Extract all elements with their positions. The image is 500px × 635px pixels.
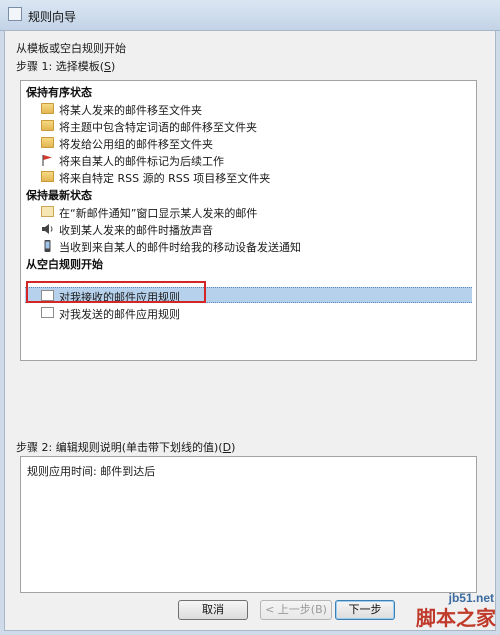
group-header-blank-rule: 从空白规则开始 <box>26 258 103 271</box>
template-item-apply-sent[interactable]: 对我发送的邮件应用规则 <box>21 305 476 321</box>
template-item-play-sound[interactable]: 收到某人发来的邮件时播放声音 <box>21 221 476 237</box>
speaker-icon <box>41 223 54 234</box>
template-item-label: 将来自某人的邮件标记为后续工作 <box>59 155 224 168</box>
step2-label: 步骤 2: 编辑规则说明(单击带下划线的值)(D) <box>16 441 236 454</box>
step1-label: 步骤 1: 选择模板(S) <box>16 60 116 73</box>
envelope-icon <box>41 206 54 217</box>
template-item-move-public-group[interactable]: 将发给公用组的邮件移至文件夹 <box>21 135 476 151</box>
rss-folder-icon <box>41 171 54 182</box>
folder-icon <box>41 120 54 131</box>
window-title: 规则向导 <box>28 10 77 24</box>
window-titlebar[interactable]: 规则向导 <box>0 0 500 31</box>
template-item-label: 将主题中包含特定词语的邮件移至文件夹 <box>59 121 257 134</box>
phone-icon <box>41 240 54 252</box>
window-icon <box>8 7 22 21</box>
template-item-label: 将来自特定 RSS 源的 RSS 项目移至文件夹 <box>59 172 271 185</box>
template-item-flag-followup[interactable]: 将来自某人的邮件标记为后续工作 <box>21 152 476 168</box>
back-button[interactable]: < 上一步(B) <box>260 600 332 620</box>
watermark-brand: 脚本之家 <box>416 606 496 630</box>
group-header-up-to-date: 保持最新状态 <box>26 189 92 202</box>
template-item-move-rss[interactable]: 将来自特定 RSS 源的 RSS 项目移至文件夹 <box>21 169 476 185</box>
group-header-organized: 保持有序状态 <box>26 86 92 99</box>
folder-icon <box>41 137 54 148</box>
next-button[interactable]: 下一步 <box>335 600 395 620</box>
template-item-label: 当收到来自某人的邮件时给我的移动设备发送通知 <box>59 241 301 254</box>
intro-label: 从模板或空白规则开始 <box>16 42 126 55</box>
step2-access-key: D <box>222 441 232 454</box>
template-item-new-mail-alert[interactable]: 在“新邮件通知”窗口显示某人发来的邮件 <box>21 204 476 220</box>
rule-description-box[interactable]: 规则应用时间: 邮件到达后 <box>20 456 477 593</box>
template-item-label: 收到某人发来的邮件时播放声音 <box>59 224 213 237</box>
template-item-label: 将某人发来的邮件移至文件夹 <box>59 104 202 117</box>
template-item-mobile-notify[interactable]: 当收到来自某人的邮件时给我的移动设备发送通知 <box>21 238 476 254</box>
flag-icon <box>41 154 54 166</box>
template-item-move-from-sender[interactable]: 将某人发来的邮件移至文件夹 <box>21 101 476 117</box>
template-list[interactable]: 保持有序状态 将某人发来的邮件移至文件夹 将主题中包含特定词语的邮件移至文件夹 … <box>20 80 477 361</box>
template-item-label: 对我发送的邮件应用规则 <box>59 308 180 321</box>
highlight-box <box>26 281 206 303</box>
cancel-button[interactable]: 取消 <box>178 600 248 620</box>
rule-description-text: 规则应用时间: 邮件到达后 <box>27 465 156 478</box>
template-item-label: 在“新邮件通知”窗口显示某人发来的邮件 <box>59 207 258 220</box>
step1-access-key: S <box>104 60 111 73</box>
outgoing-rule-icon <box>41 307 54 318</box>
folder-icon <box>41 103 54 114</box>
template-item-move-by-subject[interactable]: 将主题中包含特定词语的邮件移至文件夹 <box>21 118 476 134</box>
template-item-label: 将发给公用组的邮件移至文件夹 <box>59 138 213 151</box>
rules-wizard-dialog: 从模板或空白规则开始 步骤 1: 选择模板(S) 保持有序状态 将某人发来的邮件… <box>4 30 496 631</box>
